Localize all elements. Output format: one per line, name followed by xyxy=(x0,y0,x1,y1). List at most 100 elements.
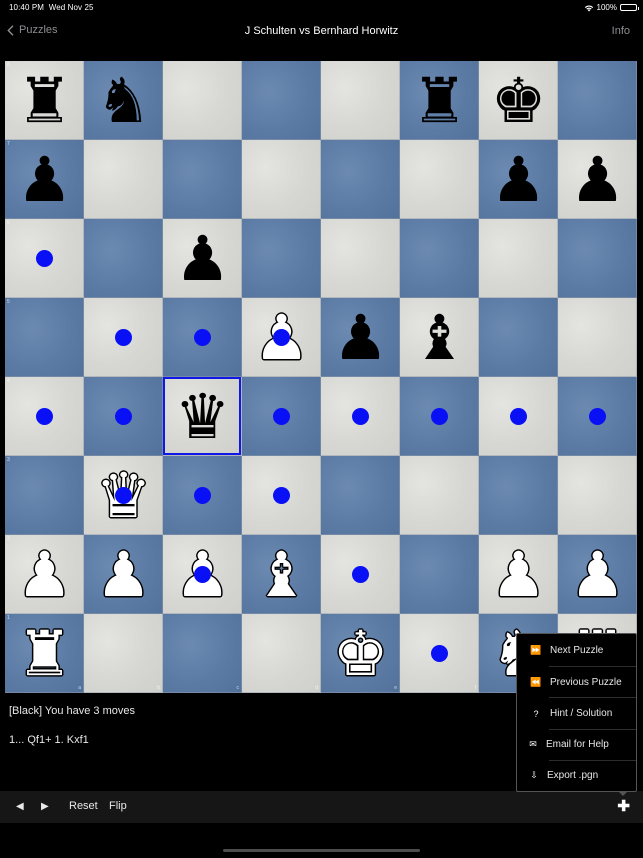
square-a8[interactable]: 8 ♜ xyxy=(5,61,84,140)
square-f7[interactable] xyxy=(400,140,479,219)
square-b2[interactable]: ♟ xyxy=(84,535,163,614)
square-b8[interactable]: ♞ xyxy=(84,61,163,140)
square-e6[interactable] xyxy=(321,219,400,298)
square-c4[interactable]: ♛ xyxy=(163,377,242,456)
square-g7[interactable]: ♟ xyxy=(479,140,558,219)
square-b3[interactable]: ♛ xyxy=(84,456,163,535)
square-a6[interactable]: 6 xyxy=(5,219,84,298)
square-d5[interactable]: ♟ xyxy=(242,298,321,377)
square-h2[interactable]: ♟ xyxy=(558,535,637,614)
square-h5[interactable] xyxy=(558,298,637,377)
move-target-dot[interactable] xyxy=(431,645,448,662)
black-queen-piece[interactable]: ♛ xyxy=(163,377,241,455)
black-pawn-piece[interactable]: ♟ xyxy=(321,298,399,376)
black-king-piece[interactable]: ♚ xyxy=(479,61,557,139)
square-b5[interactable] xyxy=(84,298,163,377)
square-g8[interactable]: ♚ xyxy=(479,61,558,140)
square-d6[interactable] xyxy=(242,219,321,298)
square-c2[interactable]: ♟ xyxy=(163,535,242,614)
move-target-dot[interactable] xyxy=(194,566,211,583)
square-a2[interactable]: 2 ♟ xyxy=(5,535,84,614)
black-bishop-piece[interactable]: ♝ xyxy=(400,298,478,376)
square-h6[interactable] xyxy=(558,219,637,298)
square-d8[interactable] xyxy=(242,61,321,140)
square-b1[interactable]: b xyxy=(84,614,163,693)
next-move-button[interactable]: ▶ xyxy=(41,801,49,812)
square-h3[interactable] xyxy=(558,456,637,535)
flip-button[interactable]: Flip xyxy=(109,800,127,812)
square-f2[interactable] xyxy=(400,535,479,614)
white-pawn-piece[interactable]: ♟ xyxy=(5,535,83,613)
black-pawn-piece[interactable]: ♟ xyxy=(558,140,636,218)
move-target-dot[interactable] xyxy=(115,329,132,346)
square-e5[interactable]: ♟ xyxy=(321,298,400,377)
black-pawn-piece[interactable]: ♟ xyxy=(479,140,557,218)
square-d3[interactable] xyxy=(242,456,321,535)
square-f5[interactable]: ♝ xyxy=(400,298,479,377)
square-a3[interactable]: 3 xyxy=(5,456,84,535)
white-pawn-piece[interactable]: ♟ xyxy=(84,535,162,613)
square-g3[interactable] xyxy=(479,456,558,535)
square-c3[interactable] xyxy=(163,456,242,535)
previous-move-button[interactable]: ◀ xyxy=(16,801,24,812)
square-g5[interactable] xyxy=(479,298,558,377)
move-target-dot[interactable] xyxy=(194,487,211,504)
reset-button[interactable]: Reset xyxy=(69,800,98,812)
info-button[interactable]: Info xyxy=(612,25,630,37)
home-indicator[interactable] xyxy=(223,849,420,852)
move-target-dot[interactable] xyxy=(352,408,369,425)
move-target-dot[interactable] xyxy=(115,487,132,504)
black-knight-piece[interactable]: ♞ xyxy=(84,61,162,139)
menu-item-previous-puzzle[interactable]: ⏪ Previous Puzzle xyxy=(517,667,636,698)
square-c5[interactable] xyxy=(163,298,242,377)
square-a1[interactable]: 1 a ♜ xyxy=(5,614,84,693)
move-target-dot[interactable] xyxy=(352,566,369,583)
square-c1[interactable]: c xyxy=(163,614,242,693)
square-g2[interactable]: ♟ xyxy=(479,535,558,614)
move-target-dot[interactable] xyxy=(273,329,290,346)
square-e7[interactable] xyxy=(321,140,400,219)
square-c6[interactable]: ♟ xyxy=(163,219,242,298)
move-target-dot[interactable] xyxy=(431,408,448,425)
black-pawn-piece[interactable]: ♟ xyxy=(5,140,83,218)
black-pawn-piece[interactable]: ♟ xyxy=(163,219,241,297)
square-e2[interactable] xyxy=(321,535,400,614)
move-target-dot[interactable] xyxy=(589,408,606,425)
square-c7[interactable] xyxy=(163,140,242,219)
square-a4[interactable]: 4 xyxy=(5,377,84,456)
square-f4[interactable] xyxy=(400,377,479,456)
black-rook-piece[interactable]: ♜ xyxy=(400,61,478,139)
square-f6[interactable] xyxy=(400,219,479,298)
square-b4[interactable] xyxy=(84,377,163,456)
move-target-dot[interactable] xyxy=(36,250,53,267)
white-king-piece[interactable]: ♚ xyxy=(321,614,399,692)
move-target-dot[interactable] xyxy=(273,408,290,425)
white-pawn-piece[interactable]: ♟ xyxy=(558,535,636,613)
white-pawn-piece[interactable]: ♟ xyxy=(479,535,557,613)
move-target-dot[interactable] xyxy=(36,408,53,425)
menu-item-export-pgn[interactable]: ⇩ Export .pgn xyxy=(517,760,636,791)
black-rook-piece[interactable]: ♜ xyxy=(5,61,83,139)
menu-item-email-help[interactable]: ✉ Email for Help xyxy=(517,729,636,760)
square-d7[interactable] xyxy=(242,140,321,219)
square-e1[interactable]: e ♚ xyxy=(321,614,400,693)
square-b7[interactable] xyxy=(84,140,163,219)
square-h7[interactable]: ♟ xyxy=(558,140,637,219)
white-bishop-piece[interactable]: ♝ xyxy=(242,535,320,613)
square-a7[interactable]: 7 ♟ xyxy=(5,140,84,219)
menu-item-hint-solution[interactable]: ? Hint / Solution xyxy=(517,698,636,729)
square-e3[interactable] xyxy=(321,456,400,535)
square-e4[interactable] xyxy=(321,377,400,456)
square-c8[interactable] xyxy=(163,61,242,140)
square-f1[interactable]: f xyxy=(400,614,479,693)
square-e8[interactable] xyxy=(321,61,400,140)
move-target-dot[interactable] xyxy=(510,408,527,425)
square-g6[interactable] xyxy=(479,219,558,298)
square-a5[interactable]: 5 xyxy=(5,298,84,377)
square-d1[interactable]: d xyxy=(242,614,321,693)
square-h8[interactable] xyxy=(558,61,637,140)
square-h4[interactable] xyxy=(558,377,637,456)
square-b6[interactable] xyxy=(84,219,163,298)
square-f8[interactable]: ♜ xyxy=(400,61,479,140)
move-target-dot[interactable] xyxy=(115,408,132,425)
